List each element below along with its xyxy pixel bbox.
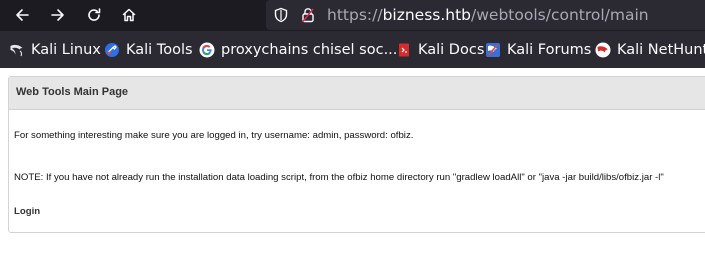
- kali-nethunter-icon: [595, 42, 611, 58]
- bookmark-label: Kali Tools: [126, 42, 193, 58]
- bookmark-label: Kali Docs: [418, 42, 485, 58]
- url-path: /webtools/control/main: [471, 6, 649, 24]
- back-button[interactable]: [9, 3, 35, 27]
- login-link[interactable]: Login: [14, 206, 40, 217]
- kali-docs-icon: [396, 42, 412, 58]
- home-button[interactable]: [116, 3, 142, 27]
- bookmark-proxychains-chisel[interactable]: proxychains chisel soc...: [199, 39, 397, 61]
- tracking-protection-shield-icon[interactable]: [272, 6, 290, 24]
- kali-forums-icon: [485, 42, 501, 58]
- bookmark-kali-nethunter[interactable]: Kali NetHunte: [595, 39, 705, 61]
- bookmark-label: Kali Linux: [31, 42, 101, 58]
- url-host: bizness.htb: [382, 6, 472, 24]
- bookmark-kali-tools[interactable]: Kali Tools: [104, 39, 193, 61]
- bookmark-kali-docs[interactable]: Kali Docs: [396, 39, 484, 61]
- login-hint-text: For something interesting make sure you …: [14, 130, 414, 141]
- reload-button[interactable]: [81, 3, 107, 27]
- url-bar[interactable]: https://bizness.htb/webtools/control/mai…: [266, 0, 705, 30]
- kali-tools-icon: [104, 42, 120, 58]
- page-content: Web Tools Main Page For something intere…: [0, 68, 705, 260]
- webtools-main-panel: Web Tools Main Page For something intere…: [8, 76, 705, 233]
- navigation-toolbar: https://bizness.htb/webtools/control/mai…: [0, 0, 705, 31]
- bookmark-label: Kali Forums: [507, 42, 592, 58]
- back-arrow-icon: [16, 9, 29, 21]
- site-security-lock-icon[interactable]: [299, 6, 317, 24]
- reload-icon: [88, 8, 101, 21]
- bookmark-label: proxychains chisel soc...: [221, 42, 398, 58]
- kali-dragon-icon: [9, 42, 25, 58]
- google-icon: [199, 42, 215, 58]
- panel-header: Web Tools Main Page: [9, 77, 705, 110]
- forward-button[interactable]: [45, 3, 71, 27]
- installation-note-text: NOTE: If you have not already run the in…: [14, 172, 664, 183]
- bookmark-kali-linux[interactable]: Kali Linux: [9, 39, 101, 61]
- bookmarks-toolbar: Kali Linux Kali Tools proxychains chisel…: [0, 31, 705, 68]
- home-icon: [122, 8, 136, 22]
- url-text[interactable]: https://bizness.htb/webtools/control/mai…: [327, 4, 649, 26]
- bookmark-label: Kali NetHunte: [617, 42, 705, 58]
- bookmark-kali-forums[interactable]: Kali Forums: [485, 39, 591, 61]
- url-scheme: https://: [327, 6, 383, 24]
- panel-title: Web Tools Main Page: [16, 86, 129, 98]
- forward-arrow-icon: [51, 9, 64, 21]
